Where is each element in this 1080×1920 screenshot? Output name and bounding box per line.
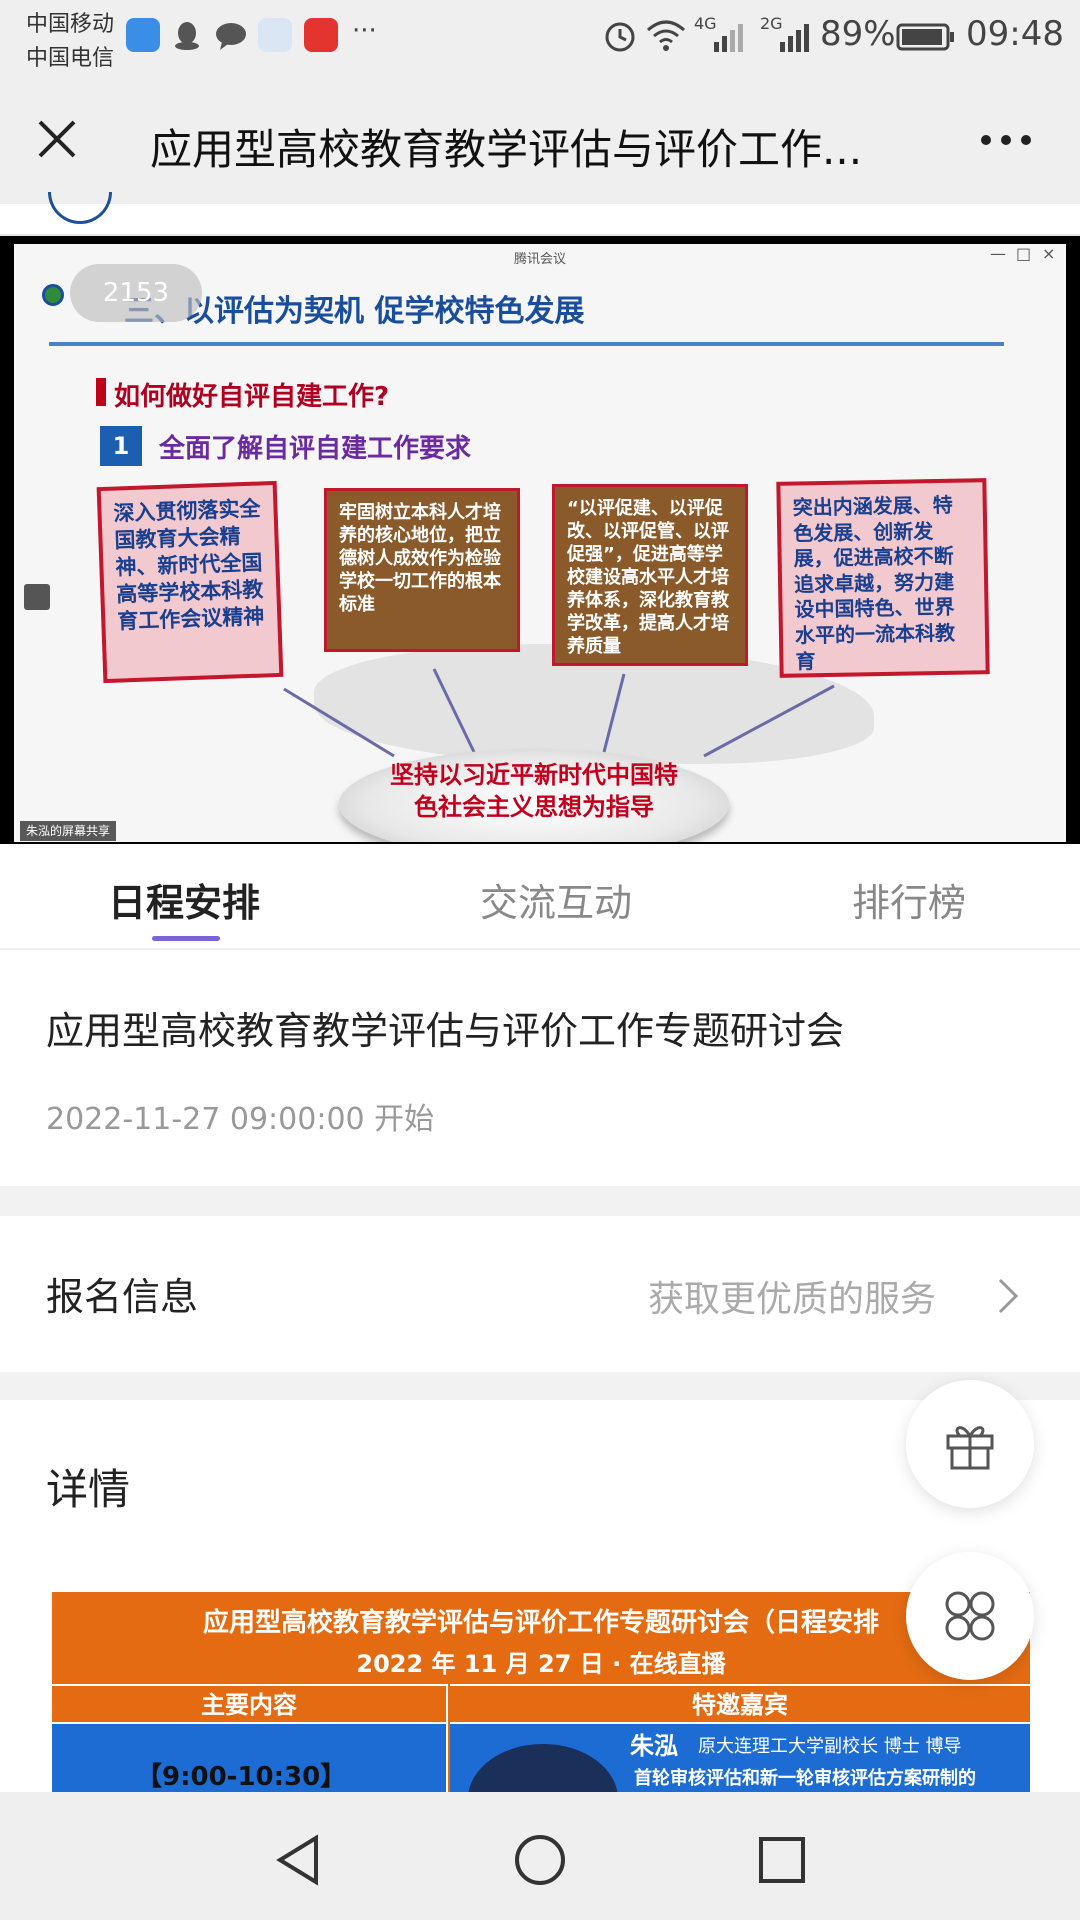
center-slogan-line-1: 坚持以习近平新时代中国特 [390,761,678,789]
chevron-right-icon [996,1276,1020,1320]
signal-icon-1 [712,20,750,58]
browser-app-icon [258,18,292,52]
status-bar: 中国移动 中国电信 ··· 4G 2G 89% 09:48 [0,0,1080,78]
guest-desc: 首轮审核评估和新一轮审核评估方案研制的 [634,1768,976,1789]
recents-nav-icon[interactable] [754,1832,810,1892]
section-divider [0,1186,1080,1216]
battery-icon [896,22,956,56]
center-slogan: 坚持以习近平新时代中国特 色社会主义思想为指导 [349,759,719,824]
registration-link[interactable]: 获取更优质的服务 [648,1270,936,1322]
more-menu-icon[interactable] [978,130,1034,150]
poster-guest-cell: 朱泓 原大连理工大学副校长 博士 博导 首轮审核评估和新一轮审核评估方案研制的 [450,1722,1030,1792]
poster-col-content: 主要内容 [52,1684,448,1722]
chat-icon [214,18,248,52]
home-nav-icon[interactable] [512,1832,568,1892]
guest-name: 朱泓 [630,1732,678,1760]
guest-title: 原大连理工大学副校长 博士 博导 [698,1736,962,1757]
viewer-count-value: 2153 [102,278,170,308]
poster-date: 2022 年 11 月 27 日 · 在线直播 [356,1650,726,1678]
video-player[interactable]: 腾讯会议 — □ × 三、以评估为契机 促学校特色发展 如何做好自评自建工作? … [0,236,1080,844]
gift-icon [946,1426,994,1470]
viewer-count: 2153 [70,264,202,322]
page-header: 应用型高校教育教学评估与评价工作... [0,78,1080,204]
gift-button[interactable] [906,1380,1034,1508]
tab-schedule[interactable]: 日程安排 [108,872,260,927]
event-start-time: 2022-11-27 09:00:00 开始 [46,1102,435,1137]
carrier-label-2: 中国电信 [26,46,115,71]
wifi-icon [646,18,686,56]
tab-leaderboard[interactable]: 排行榜 [852,872,966,927]
study-app-icon [304,18,338,52]
guest-avatar [468,1744,618,1792]
apps-grid-icon [945,1591,995,1641]
details-label: 详情 [46,1465,131,1514]
back-nav-icon[interactable] [270,1832,326,1892]
carrier-label-1: 中国移动 [26,12,115,37]
close-icon[interactable] [34,116,80,162]
shield-app-icon [126,18,160,52]
banner-strip [0,192,1080,236]
poster-col-guests: 特邀嘉宾 [450,1684,1030,1722]
section-divider [0,1372,1080,1400]
registration-row[interactable]: 报名信息 获取更优质的服务 [0,1216,1080,1372]
registration-label: 报名信息 [46,1275,199,1319]
apps-button[interactable] [906,1552,1034,1680]
active-tab-indicator [152,936,220,941]
schedule-poster: 应用型高校教育教学评估与评价工作专题研讨会（日程安排 2022 年 11 月 2… [52,1592,1030,1792]
shared-screen-slide: 腾讯会议 — □ × 三、以评估为契机 促学校特色发展 如何做好自评自建工作? … [14,244,1066,842]
clock: 09:48 [966,14,1064,54]
system-nav-bar [0,1792,1080,1920]
signal-icon-2 [778,20,816,58]
tab-interaction[interactable]: 交流互动 [480,872,632,927]
qq-icon [170,18,204,52]
poster-title: 应用型高校教育教学评估与评价工作专题研讨会（日程安排 [202,1608,879,1638]
side-toolbar-icon[interactable] [24,584,50,610]
screen-share-label: 朱泓的屏幕共享 [20,821,117,841]
event-title: 应用型高校教育教学评估与评价工作专题研讨会 [46,1009,845,1053]
tab-bar: 日程安排 交流互动 排行榜 [0,844,1080,950]
alarm-icon [602,18,638,58]
logo-icon [48,192,112,224]
poster-content-cell: 【9:00-10:30】 [52,1722,448,1792]
poster-time-slot: 【9:00-10:30】 [136,1762,347,1792]
more-notifications: ··· [352,16,377,46]
page-title: 应用型高校教育教学评估与评价工作... [150,125,863,174]
center-slogan-line-2: 色社会主义思想为指导 [414,793,654,822]
battery-percent: 89% [820,14,896,54]
